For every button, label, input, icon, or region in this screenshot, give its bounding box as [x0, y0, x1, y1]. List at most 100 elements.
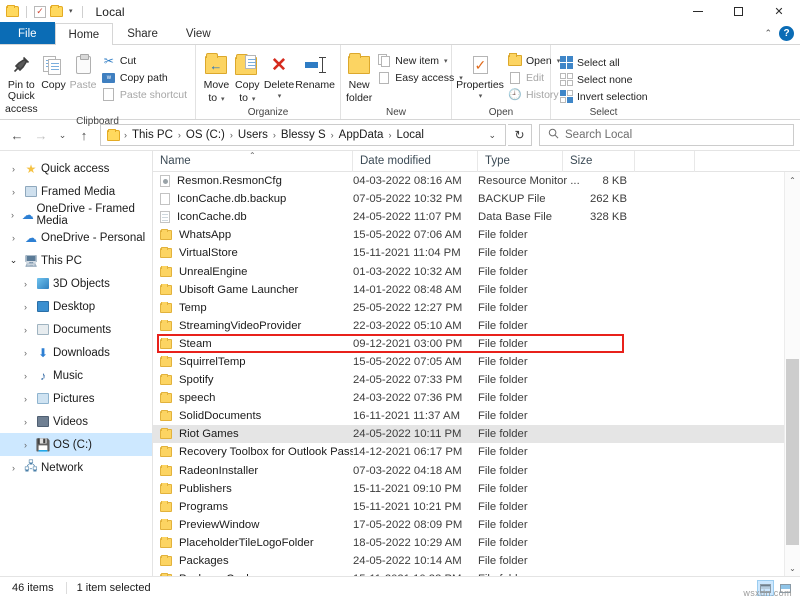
table-row[interactable]: IconCache.db.backup07-05-2022 10:32 PMBA… [153, 190, 800, 208]
table-row[interactable]: PlaceholderTileLogoFolder18-05-2022 10:2… [153, 534, 800, 552]
chevron-right-icon[interactable]: › [18, 394, 33, 404]
breadcrumb-blessy-s[interactable]: Blessy S [277, 129, 330, 141]
sidebar-item-music[interactable]: ›♪Music [0, 364, 152, 387]
chevron-right-icon[interactable]: › [18, 348, 33, 358]
refresh-button[interactable]: ↻ [508, 124, 532, 146]
table-row[interactable]: Steam09-12-2021 03:00 PMFile folder [153, 335, 800, 353]
tab-share[interactable]: Share [113, 22, 172, 44]
vertical-scrollbar[interactable]: ⌃ ⌄ [784, 172, 800, 576]
table-row[interactable]: Publishers15-11-2021 09:10 PMFile folder [153, 480, 800, 498]
move-to-label-line1: Move [204, 78, 230, 91]
sidebar-item-documents[interactable]: ›Documents [0, 318, 152, 341]
move-to-button[interactable]: ← Move to ▾ [201, 50, 232, 105]
sidebar-item-downloads[interactable]: ›⬇Downloads [0, 341, 152, 364]
chevron-right-icon[interactable]: › [18, 440, 33, 450]
sidebar-item-network[interactable]: ›🖧Network [0, 456, 152, 479]
sidebar-item-quick-access[interactable]: ›★Quick access [0, 157, 152, 180]
table-row[interactable]: Ubisoft Game Launcher14-01-2022 08:48 AM… [153, 281, 800, 299]
new-folder-button[interactable]: New folder [346, 50, 372, 104]
pin-to-quick-access-button[interactable]: Pin to Quick access [5, 50, 38, 115]
tab-file[interactable]: File [0, 22, 55, 44]
column-header-size[interactable]: Size [563, 151, 635, 172]
copy-button[interactable]: Copy [40, 50, 68, 91]
chevron-right-icon[interactable]: › [6, 210, 19, 220]
properties-check-icon[interactable]: ✓ [34, 6, 46, 18]
table-row[interactable]: Riot Games24-05-2022 10:11 PMFile folder [153, 425, 800, 443]
edit-label: Edit [526, 72, 544, 84]
table-row[interactable]: SolidDocuments16-11-2021 11:37 AMFile fo… [153, 407, 800, 425]
sidebar-item-onedrive-framed-media[interactable]: ›☁OneDrive - Framed Media [0, 203, 152, 226]
cell-name: IconCache.db.backup [153, 193, 353, 205]
table-row[interactable]: PreviewWindow17-05-2022 08:09 PMFile fol… [153, 516, 800, 534]
properties-button[interactable]: Properties ▾ [457, 50, 503, 102]
breadcrumb-users[interactable]: Users [234, 129, 272, 141]
sidebar-item-3d-objects[interactable]: ›3D Objects [0, 272, 152, 295]
table-row[interactable]: UnrealEngine01-03-2022 10:32 AMFile fold… [153, 262, 800, 280]
table-row[interactable]: Programs15-11-2021 10:21 PMFile folder [153, 498, 800, 516]
table-row[interactable]: IconCache.db24-05-2022 11:07 PMData Base… [153, 208, 800, 226]
table-row[interactable]: Resmon.ResmonCfg04-03-2022 08:16 AMResou… [153, 172, 800, 190]
collapse-ribbon-icon[interactable]: ⌃ [764, 28, 772, 39]
sidebar-item-desktop[interactable]: ›Desktop [0, 295, 152, 318]
table-row[interactable]: speech24-03-2022 07:36 PMFile folder [153, 389, 800, 407]
chevron-down-icon[interactable]: ⌄ [6, 255, 21, 266]
tab-view[interactable]: View [172, 22, 225, 44]
sidebar-item-videos[interactable]: ›Videos [0, 410, 152, 433]
paste-button[interactable]: Paste [69, 50, 97, 91]
history-icon: 🕘 [508, 88, 522, 102]
breadcrumb-local[interactable]: Local [392, 129, 428, 141]
column-header-extra[interactable] [635, 151, 695, 172]
scroll-track[interactable] [785, 188, 800, 560]
chevron-down-icon[interactable]: ▾ [67, 8, 75, 15]
chevron-right-icon[interactable]: › [6, 187, 21, 197]
minimize-button[interactable] [678, 0, 718, 23]
paste-shortcut-button[interactable]: Paste shortcut [99, 86, 190, 103]
sidebar-item-pictures[interactable]: ›Pictures [0, 387, 152, 410]
maximize-button[interactable] [718, 0, 758, 23]
column-header-type[interactable]: Type [478, 151, 563, 172]
cut-button[interactable]: ✂ Cut [99, 52, 190, 69]
table-row[interactable]: StreamingVideoProvider22-03-2022 05:10 A… [153, 317, 800, 335]
delete-button[interactable]: ✕ Delete ▾ [263, 50, 296, 102]
rename-button[interactable]: Rename [295, 50, 335, 91]
chevron-right-icon[interactable]: › [18, 325, 33, 335]
breadcrumb-dropdown-icon[interactable]: ⌄ [481, 130, 503, 141]
invert-selection-button[interactable]: Invert selection [556, 88, 651, 105]
scroll-down-button[interactable]: ⌄ [785, 560, 800, 576]
chevron-right-icon[interactable]: › [6, 233, 21, 243]
tab-home[interactable]: Home [55, 23, 114, 45]
table-row[interactable]: VirtualStore15-11-2021 11:04 PMFile fold… [153, 244, 800, 262]
table-row[interactable]: RadeonInstaller07-03-2022 04:18 AMFile f… [153, 462, 800, 480]
chevron-right-icon[interactable]: › [18, 302, 33, 312]
table-row[interactable]: WhatsApp15-05-2022 07:06 AMFile folder [153, 226, 800, 244]
new-folder-icon[interactable] [50, 6, 63, 17]
chevron-right-icon[interactable]: › [18, 417, 33, 427]
help-icon[interactable]: ? [779, 26, 794, 41]
close-button[interactable]: ✕ [758, 0, 800, 23]
cell-date-modified: 24-05-2022 11:07 PM [353, 211, 478, 223]
select-all-button[interactable]: Select all [556, 54, 651, 71]
chevron-right-icon[interactable]: › [6, 463, 21, 473]
table-row[interactable]: Temp25-05-2022 12:27 PMFile folder [153, 299, 800, 317]
copy-path-button[interactable]: w Copy path [99, 69, 190, 86]
sidebar-item-framed-media[interactable]: ›Framed Media [0, 180, 152, 203]
table-row[interactable]: Spotify24-05-2022 07:33 PMFile folder [153, 371, 800, 389]
chevron-right-icon[interactable]: › [6, 164, 21, 174]
chevron-right-icon[interactable]: › [18, 371, 33, 381]
breadcrumb-this-pc[interactable]: This PC [128, 129, 177, 141]
table-row[interactable]: Recovery Toolbox for Outlook Password14-… [153, 443, 800, 461]
copy-to-button[interactable]: Copy to ▾ [232, 50, 263, 105]
scroll-thumb[interactable] [786, 359, 799, 545]
breadcrumb-os-c[interactable]: OS (C:) [182, 129, 229, 141]
sidebar-item-this-pc[interactable]: ⌄🖥This PC [0, 249, 152, 272]
table-row[interactable]: SquirrelTemp15-05-2022 07:05 AMFile fold… [153, 353, 800, 371]
scroll-up-button[interactable]: ⌃ [785, 172, 800, 188]
select-none-button[interactable]: Select none [556, 71, 651, 88]
chevron-right-icon[interactable]: › [18, 279, 33, 289]
table-row[interactable]: Packages24-05-2022 10:14 AMFile folder [153, 552, 800, 570]
column-header-date-modified[interactable]: Date modified [353, 151, 478, 172]
sidebar-item-onedrive-personal[interactable]: ›☁OneDrive - Personal [0, 226, 152, 249]
breadcrumb-appdata[interactable]: AppData [335, 129, 388, 141]
sidebar-item-os-c[interactable]: ›💾OS (C:) [0, 433, 152, 456]
search-input[interactable]: Search Local [539, 124, 794, 146]
